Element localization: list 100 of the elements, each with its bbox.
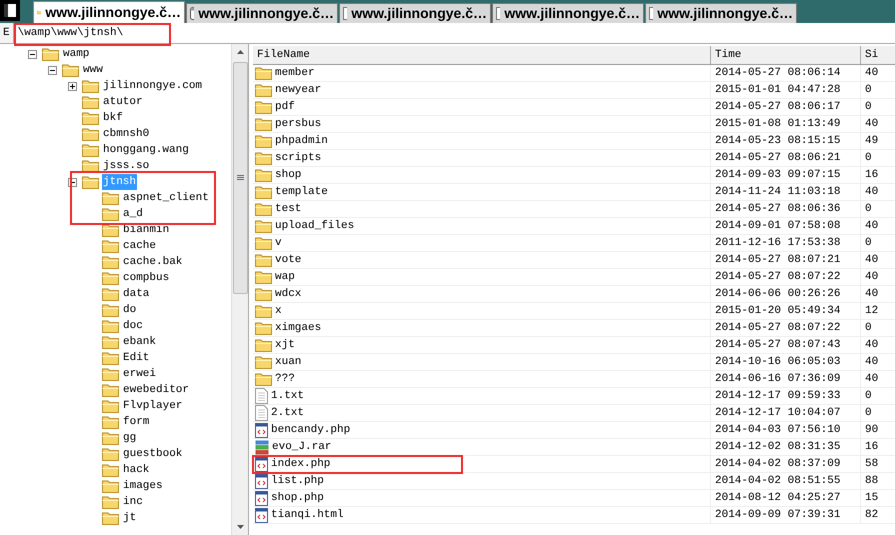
- folder-icon: [82, 128, 99, 140]
- scrollbar-thumb[interactable]: [232, 62, 248, 294]
- file-name[interactable]: xuan: [275, 354, 302, 370]
- tree-item[interactable]: data: [122, 286, 150, 302]
- tree-item[interactable]: jt: [122, 510, 138, 526]
- file-time: 2014-09-09 07:39:31: [715, 508, 840, 523]
- folder-icon: [82, 80, 99, 92]
- tree-item[interactable]: a_d: [122, 206, 144, 222]
- tree-item[interactable]: bkf: [102, 110, 124, 126]
- tree-item[interactable]: compbus: [122, 270, 170, 286]
- file-name[interactable]: v: [275, 234, 282, 252]
- tree-item[interactable]: www: [82, 62, 104, 78]
- tree-item[interactable]: doc: [122, 318, 144, 334]
- tab[interactable]: www.jilinnongye.č…: [33, 1, 185, 23]
- file-name[interactable]: evo_J.rar: [272, 438, 332, 456]
- file-time: 2014-06-06 00:26:26: [715, 286, 840, 302]
- file-name[interactable]: wdcx: [275, 286, 302, 302]
- folder-icon: [102, 192, 119, 204]
- file-name[interactable]: vote: [275, 252, 302, 268]
- script-file-icon: [255, 474, 268, 488]
- tree-item[interactable]: atutor: [102, 94, 144, 110]
- file-name[interactable]: 1.txt: [271, 388, 304, 404]
- tree-item[interactable]: do: [122, 302, 138, 318]
- file-name[interactable]: test: [275, 200, 302, 218]
- grip-icon: [236, 174, 244, 180]
- window-menu-icon[interactable]: [0, 0, 20, 21]
- file-name[interactable]: x: [275, 302, 282, 320]
- tree-item[interactable]: hack: [122, 462, 150, 478]
- scroll-down-icon[interactable]: [236, 525, 244, 529]
- file-name[interactable]: tianqi.html: [271, 506, 344, 524]
- tab[interactable]: www.jilinnongye.č…: [339, 3, 491, 23]
- file-name[interactable]: 2.txt: [271, 404, 304, 422]
- file-name[interactable]: member: [275, 64, 315, 82]
- folder-icon: [82, 96, 99, 108]
- file-size: 82: [865, 508, 878, 523]
- tree-item[interactable]: form: [122, 414, 150, 430]
- column-header[interactable]: Si: [861, 46, 895, 64]
- file-name[interactable]: phpadmin: [275, 132, 328, 150]
- expand-icon[interactable]: [68, 82, 77, 90]
- file-size: 16: [865, 440, 878, 455]
- file-size: 0: [865, 320, 872, 336]
- tree-item[interactable]: images: [122, 478, 164, 494]
- tree-item[interactable]: Flvplayer: [122, 398, 184, 414]
- path-field[interactable]: \wamp\www\jtnsh\: [14, 24, 124, 42]
- folder-icon: [255, 236, 272, 250]
- file-name[interactable]: upload_files: [275, 218, 354, 234]
- tab[interactable]: www.jilinnongye.č…: [186, 3, 338, 23]
- scrollbar[interactable]: [231, 44, 248, 535]
- folder-icon: [255, 338, 272, 352]
- tree-item[interactable]: guestbook: [122, 446, 184, 462]
- tab[interactable]: www.jilinnongye.č…: [492, 3, 644, 23]
- file-time: 2014-09-03 09:07:15: [715, 168, 840, 183]
- file-name[interactable]: ximgaes: [275, 320, 322, 336]
- tree-item[interactable]: bianmin: [122, 222, 170, 238]
- folder-icon: [255, 270, 272, 284]
- file-size: 40: [865, 354, 878, 370]
- collapse-icon[interactable]: [28, 50, 37, 58]
- column-header[interactable]: Time: [711, 46, 861, 64]
- file-name[interactable]: shop: [275, 166, 302, 184]
- file-name[interactable]: ???: [275, 370, 295, 388]
- file-name[interactable]: xjt: [275, 336, 295, 354]
- tree-item[interactable]: jsss.so: [102, 158, 150, 174]
- column-header[interactable]: FileName: [253, 46, 711, 64]
- file-name[interactable]: pdf: [275, 98, 295, 116]
- file-name[interactable]: template: [275, 184, 328, 200]
- tree-item[interactable]: wamp: [62, 46, 90, 62]
- collapse-icon[interactable]: [48, 66, 57, 74]
- folder-icon: [102, 496, 119, 508]
- file-name[interactable]: persbus: [275, 116, 322, 132]
- tree-item[interactable]: gg: [122, 430, 138, 446]
- file-name[interactable]: scripts: [275, 150, 322, 166]
- tree-item[interactable]: cache: [122, 238, 158, 254]
- folder-icon: [102, 384, 119, 396]
- file-name[interactable]: bencandy.php: [271, 422, 350, 438]
- tree-item[interactable]: honggang.wang: [102, 142, 190, 158]
- tree-item[interactable]: ebank: [122, 334, 158, 350]
- file-name[interactable]: shop.php: [271, 490, 324, 506]
- folder-icon: [102, 352, 119, 364]
- tree-item[interactable]: cbmnsh0: [102, 126, 150, 142]
- folder-icon: [102, 464, 119, 476]
- scroll-up-icon[interactable]: [236, 50, 244, 54]
- folder-icon: [255, 134, 272, 148]
- folder-icon: [255, 254, 272, 266]
- file-name[interactable]: newyear: [275, 82, 322, 98]
- document-icon: [496, 7, 500, 20]
- tab[interactable]: www.jilinnongye.č…: [645, 3, 797, 23]
- file-time: 2014-05-27 08:06:36: [715, 202, 840, 217]
- file-time: 2014-08-12 04:25:27: [715, 490, 840, 506]
- file-name[interactable]: list.php: [271, 472, 324, 490]
- file-size: 88: [865, 474, 878, 489]
- tree-item[interactable]: inc: [122, 494, 144, 510]
- tree-item[interactable]: aspnet_client: [122, 190, 210, 206]
- tree-item[interactable]: erwei: [122, 366, 158, 382]
- tree-item[interactable]: ewebeditor: [122, 382, 190, 398]
- tree-item[interactable]: cache.bak: [122, 254, 184, 270]
- file-name[interactable]: wap: [275, 268, 295, 286]
- file-size: 40: [865, 116, 878, 132]
- tree-item[interactable]: Edit: [122, 350, 150, 366]
- tree-item[interactable]: jilinnongye.com: [102, 78, 204, 94]
- file-name[interactable]: index.php: [271, 456, 330, 472]
